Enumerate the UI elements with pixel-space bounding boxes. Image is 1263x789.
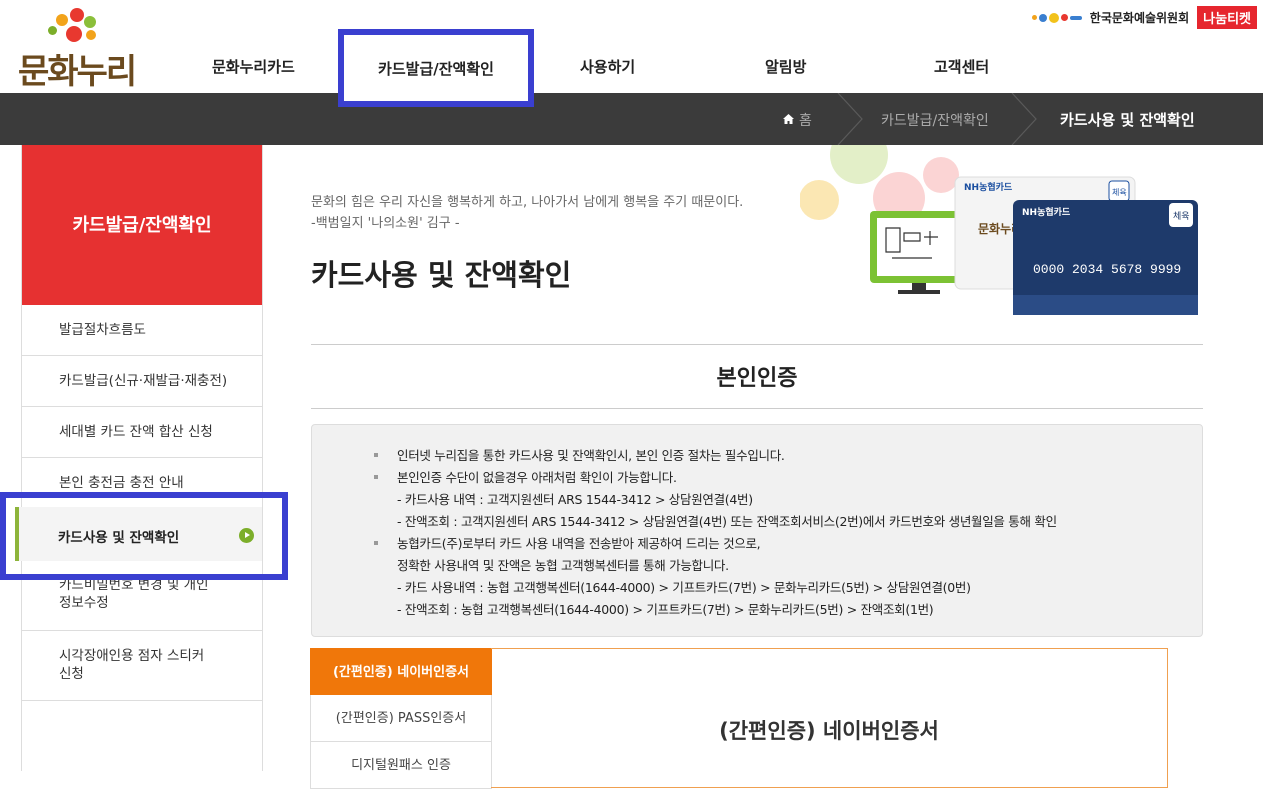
sidebar: 카드발급/잔액확인 발급절차흐름도 카드발급(신규·재발급·재충전) 세대별 카…: [21, 145, 263, 771]
info-line: - 카드사용 내역 : 고객지원센터 ARS 1544-3412 > 상담원연결…: [397, 492, 753, 507]
nav-customer-center[interactable]: 고객센터: [934, 56, 989, 77]
nanum-ticket-link[interactable]: 나눔티켓: [1197, 6, 1257, 29]
info-line: - 잔액조회 : 고객지원센터 ARS 1544-3412 > 상담원연결(4번…: [397, 514, 1057, 529]
breadcrumb-level1[interactable]: 카드발급/잔액확인: [881, 110, 989, 130]
info-line: - 잔액조회 : 농협 고객행복센터(1644-4000) > 기프트카드(7번…: [397, 602, 934, 617]
tab-digital-onepass[interactable]: 디지털원패스 인증: [310, 742, 492, 789]
arts-council-logo-icon: [1031, 12, 1082, 23]
arts-council-link[interactable]: 한국문화예술위원회: [1090, 9, 1189, 26]
tab-pass-cert[interactable]: (간편인증) PASS인증서: [310, 695, 492, 742]
info-line: 본인인증 수단이 없을경우 아래처럼 확인이 가능합니다.: [397, 470, 677, 485]
sidebar-item-issue-flow[interactable]: 발급절차흐름도: [22, 305, 262, 356]
breadcrumb: 홈 카드발급/잔액확인 카드사용 및 잔액확인: [0, 93, 1263, 145]
nav-munhwa-nuri-card[interactable]: 문화누리카드: [212, 56, 295, 77]
munhwa-nuri-logo[interactable]: 문화누리: [18, 8, 138, 92]
breadcrumb-separator-icon: [837, 93, 863, 145]
home-icon: [783, 114, 794, 124]
sidebar-title: 카드발급/잔액확인: [22, 145, 262, 305]
bullet-icon: [374, 475, 378, 479]
info-line: - 카드 사용내역 : 농협 고객행복센터(1644-4000) > 기프트카드…: [397, 580, 971, 595]
quote: 문화의 힘은 우리 자신을 행복하게 하고, 나아가서 남에게 행복을 주기 때…: [311, 192, 743, 234]
nav-card-issue-highlighted[interactable]: 카드발급/잔액확인: [338, 29, 534, 107]
bullet-icon: [374, 453, 378, 457]
breadcrumb-separator-icon: [1011, 93, 1037, 145]
info-line: 농협카드(주)로부터 카드 사용 내역을 전송받아 제공하여 드리는 것으로,: [397, 536, 761, 551]
quote-author: -백범일지 '나의소원' 김구 -: [311, 216, 460, 231]
info-line: 인터넷 누리집을 통한 카드사용 및 잔액확인시, 본인 인증 절차는 필수입니…: [397, 448, 785, 463]
card2-badge: 체육: [1173, 211, 1190, 222]
top-right-links: 한국문화예술위원회 나눔티켓: [1031, 6, 1257, 29]
nav-card-issue-label: 카드발급/잔액확인: [378, 60, 494, 78]
sidebar-item-card-issue[interactable]: 카드발급(신규·재발급·재충전): [22, 356, 262, 407]
card-number: 0000 2034 5678 9999: [1033, 262, 1181, 277]
panel-title: (간편인증) 네이버인증서: [719, 719, 939, 743]
section-divider: [311, 408, 1203, 409]
auth-panel: (간편인증) 네이버인증서: [491, 648, 1168, 788]
sidebar-item-household-balance[interactable]: 세대별 카드 잔액 합산 신청: [22, 407, 262, 458]
card1-badge: 체육: [1112, 187, 1127, 197]
sidebar-item-braille-sticker[interactable]: 시각장애인용 점자 스티커 신청: [22, 631, 262, 701]
site-header: 문화누리 문화누리카드 카드발급/잔액확인 사용하기 알림방 고객센터 한국문화…: [0, 0, 1263, 107]
card-illustration: NH농협카드 문화누리 체육 NH농협카드 체육 0000 2034 5678 …: [800, 145, 1198, 315]
logo-text: 문화누리: [18, 52, 137, 92]
info-line: 정확한 사용내역 및 잔액은 농협 고객행복센터를 통해 가능합니다.: [397, 558, 729, 573]
bullet-icon: [374, 541, 378, 545]
breadcrumb-current: 카드사용 및 잔액확인: [1060, 111, 1195, 129]
section-title: 본인인증: [716, 366, 798, 391]
info-box: 인터넷 누리집을 통한 카드사용 및 잔액확인시, 본인 인증 절차는 필수입니…: [311, 424, 1203, 637]
card2-brand: NH농협카드: [1022, 206, 1071, 218]
nav-usage[interactable]: 사용하기: [580, 56, 635, 77]
play-arrow-icon: [239, 528, 254, 543]
page-title: 카드사용 및 잔액확인: [311, 258, 572, 292]
nav-notice[interactable]: 알림방: [765, 56, 806, 77]
section-divider: [311, 344, 1203, 345]
card1-brand: NH농협카드: [964, 181, 1013, 193]
quote-line: 문화의 힘은 우리 자신을 행복하게 하고, 나아가서 남에게 행복을 주기 때…: [311, 195, 744, 210]
sidebar-item-card-usage-label: 카드사용 및 잔액확인: [58, 530, 180, 546]
tab-naver-cert[interactable]: (간편인증) 네이버인증서: [310, 648, 492, 695]
breadcrumb-home[interactable]: 홈: [799, 110, 812, 130]
